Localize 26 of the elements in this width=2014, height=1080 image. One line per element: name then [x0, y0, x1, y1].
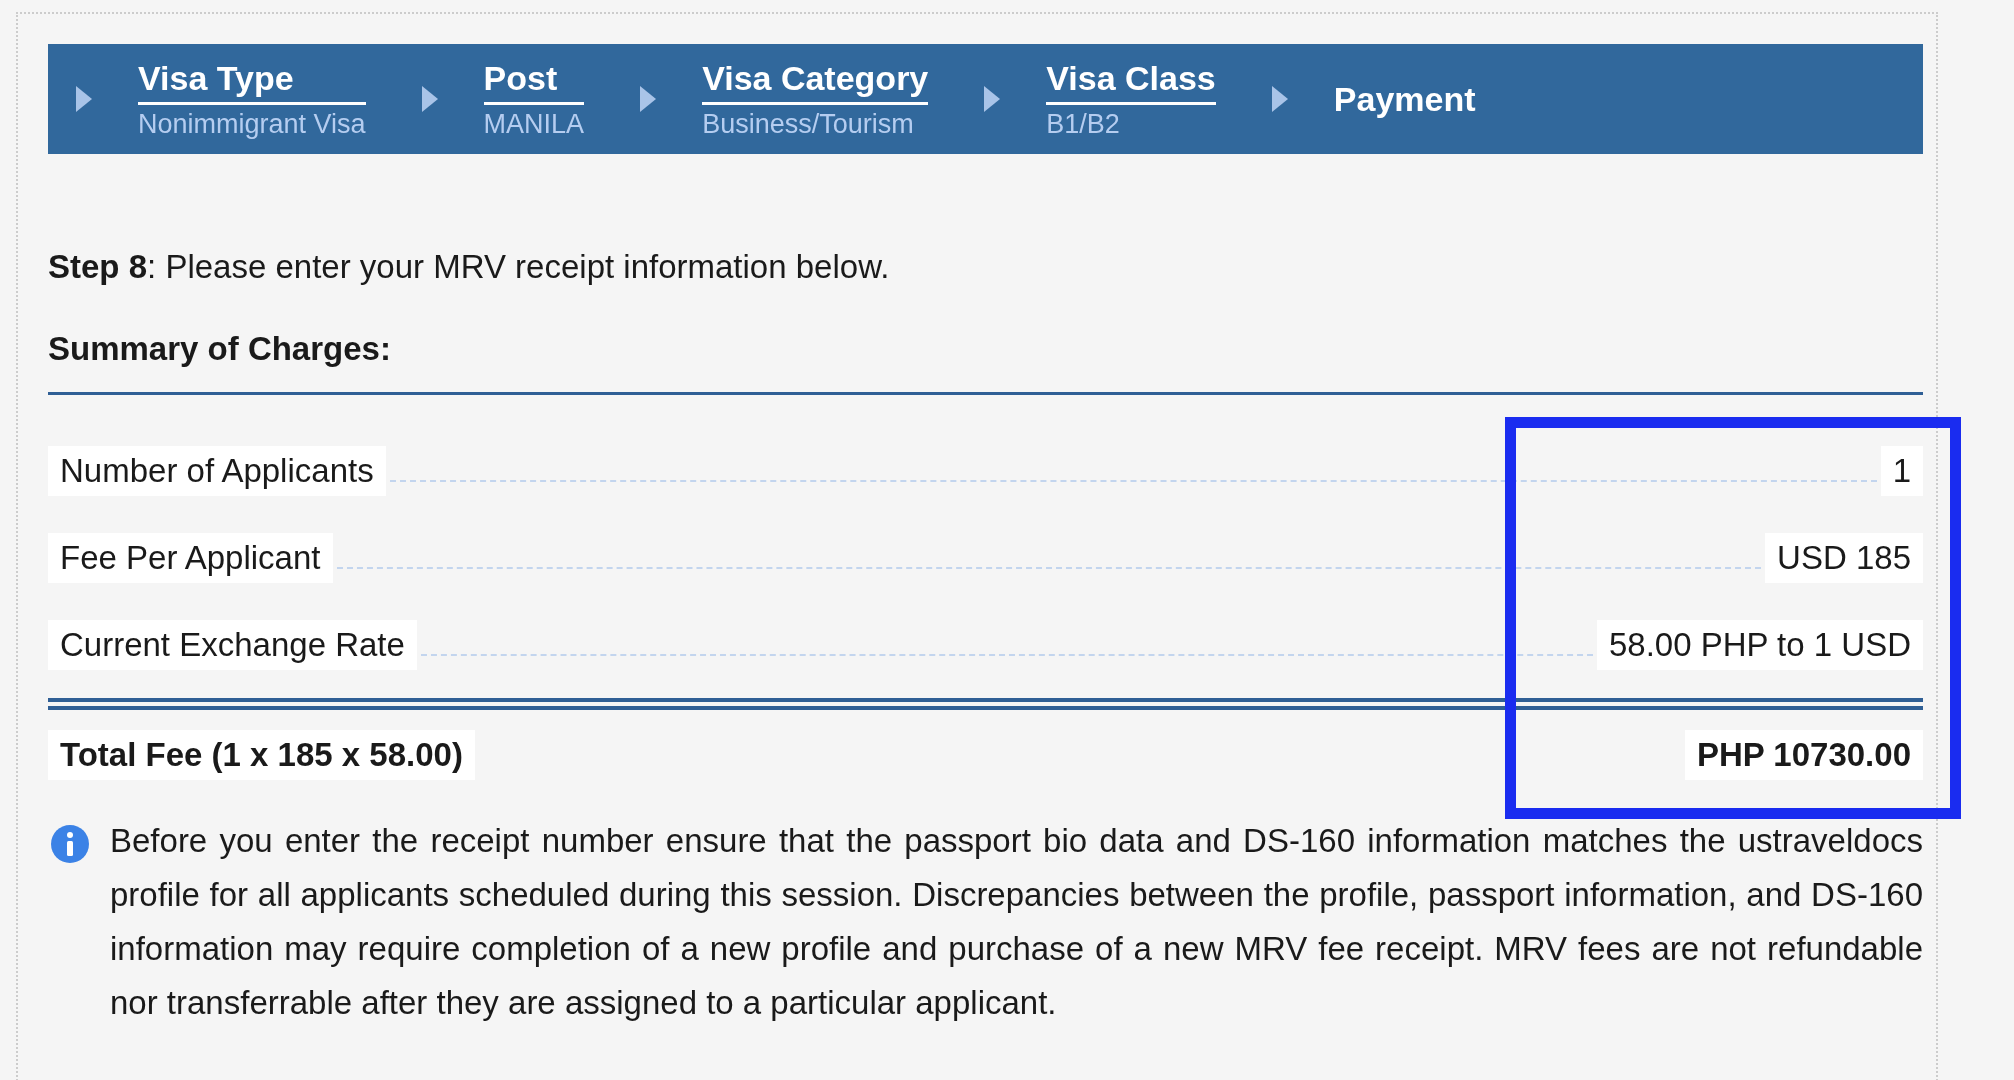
arrow-icon [1271, 86, 1288, 112]
total-value: PHP 10730.00 [1684, 730, 1923, 780]
arrow-icon [76, 86, 92, 112]
instruction-text: Step 8: Please enter your MRV receipt information below. [48, 248, 891, 286]
step-value: MANILA [483, 108, 585, 140]
info-icon [50, 824, 90, 864]
step-value: B1/B2 [1046, 108, 1121, 140]
step-title: Visa Class [1046, 58, 1216, 105]
total-label: Total Fee (1 x 185 x 58.00) [48, 730, 475, 780]
arrow-icon [421, 86, 438, 112]
charge-value: 58.00 PHP to 1 USD [1596, 619, 1923, 670]
step-title: Post [483, 58, 585, 105]
step-title: Visa Category [702, 58, 929, 105]
charge-label: Fee Per Applicant [48, 532, 333, 583]
charge-value: 1 [1880, 445, 1923, 496]
step-title: Visa Type [138, 58, 366, 105]
step-value: Business/Tourism [702, 108, 915, 140]
step-value: Nonimmigrant Visa [138, 108, 366, 140]
charge-label: Number of Applicants [48, 445, 386, 496]
step-title: Payment [1333, 79, 1476, 119]
arrow-icon [984, 86, 1001, 112]
charge-label: Current Exchange Rate [48, 619, 417, 670]
arrow-icon [640, 86, 657, 112]
notice-text: Before you enter the receipt number ensure that the passport bio data and DS-160 information matches the ustraveldocs profile for all applicants scheduled during this session. Discrepancies between the profile, passport information, and DS-160 information may require completion of a new profile and purchase of a new MRV fee receipt. MRV fees are not refundable nor transferrable after they are assigned to a particular applicant. [110, 821, 1923, 1023]
charge-value: USD 185 [1765, 532, 1923, 583]
summary-heading: Summary of Charges: [48, 330, 1923, 395]
